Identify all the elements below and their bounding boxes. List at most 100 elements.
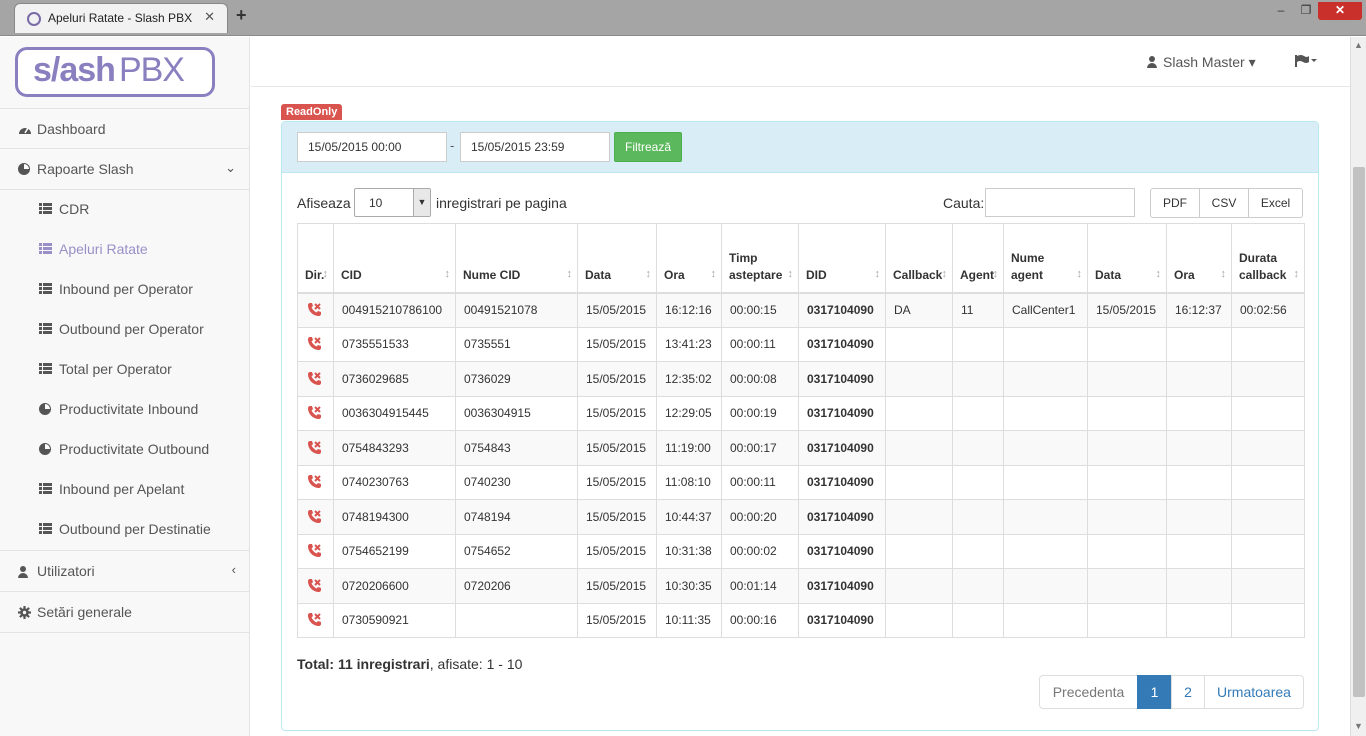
column-header[interactable]: Ora ↕ bbox=[1166, 223, 1232, 294]
total-range: , afisate: 1 - 10 bbox=[429, 656, 523, 672]
table-row[interactable]: 0735551533 0735551 15/05/2015 13:41:23 00:00… bbox=[297, 326, 1305, 362]
maximize-window-button[interactable]: ❐ bbox=[1293, 2, 1319, 20]
sidebar-item-label: Apeluri Ratate bbox=[59, 241, 148, 257]
sidebar-item-utilizatori[interactable]: Utilizatori ‹ bbox=[0, 551, 250, 592]
table-cell: 12:29:05 bbox=[656, 395, 722, 431]
table-row[interactable]: 0720206600 0720206 15/05/2015 10:30:35 00:01… bbox=[297, 568, 1305, 604]
sidebar-item-apeluri-ratate[interactable]: Apeluri Ratate bbox=[0, 230, 250, 270]
table-row[interactable]: 0740230763 0740230 15/05/2015 11:08:10 00:00… bbox=[297, 464, 1305, 500]
sidebar-item-cdr[interactable]: CDR bbox=[0, 190, 250, 230]
column-header[interactable]: Callback ↕ bbox=[885, 223, 953, 294]
table-cell bbox=[1231, 533, 1305, 569]
table-row[interactable]: 004915210786100 00491521078 15/05/2015 16:1… bbox=[297, 292, 1305, 328]
column-header[interactable]: CID ↕ bbox=[333, 223, 456, 294]
page-length-value: 10 bbox=[369, 196, 383, 210]
table-cell bbox=[1231, 464, 1305, 500]
search-input[interactable] bbox=[985, 188, 1135, 217]
table-cell: 15/05/2015 bbox=[577, 395, 657, 431]
table-cell bbox=[1003, 533, 1088, 569]
sidebar-item-outbound-per-operator[interactable]: Outbound per Operator bbox=[0, 310, 250, 350]
column-header-label: DID bbox=[806, 267, 827, 282]
sidebar-item-dashboard[interactable]: Dashboard bbox=[0, 108, 250, 149]
table-cell: 0754843 bbox=[455, 430, 578, 466]
direction-cell bbox=[297, 499, 334, 535]
table-cell: 0735551 bbox=[455, 326, 578, 362]
top-navbar: Slash Master ▾ bbox=[251, 37, 1350, 87]
new-tab-button[interactable]: + bbox=[236, 5, 247, 26]
minimize-window-button[interactable]: – bbox=[1268, 2, 1294, 20]
column-header[interactable]: Ora ↕ bbox=[656, 223, 722, 294]
table-cell: 15/05/2015 bbox=[577, 499, 657, 535]
sidebar-item-outbound-per-destinatie[interactable]: Outbound per Destinatie bbox=[0, 510, 250, 550]
readonly-badge: ReadOnly bbox=[281, 104, 343, 120]
sidebar-item-label: CDR bbox=[59, 201, 90, 217]
column-header[interactable]: Data ↕ bbox=[1087, 223, 1167, 294]
missed-call-icon bbox=[306, 371, 322, 387]
table-cell bbox=[1087, 568, 1167, 604]
sidebar-item-inbound-per-operator[interactable]: Inbound per Operator bbox=[0, 270, 250, 310]
list-icon bbox=[39, 523, 52, 535]
sort-icon: ↕ bbox=[992, 267, 999, 280]
pagination-next[interactable]: Urmatoarea bbox=[1204, 675, 1304, 709]
column-header[interactable]: Dir. ↕ bbox=[297, 223, 334, 294]
table-cell bbox=[952, 499, 1004, 535]
column-header-label: Dir. bbox=[305, 267, 325, 282]
sidebar-item-total-per-operator[interactable]: Total per Operator bbox=[0, 350, 250, 390]
table-cell bbox=[1087, 326, 1167, 362]
date-to-input[interactable] bbox=[460, 132, 610, 162]
browser-tab[interactable]: Apeluri Ratate - Slash PBX ✕ bbox=[14, 3, 228, 33]
column-header[interactable]: Timp asteptare ↕ bbox=[721, 223, 799, 294]
export-csv-button[interactable]: CSV bbox=[1199, 188, 1249, 218]
page-scrollbar[interactable]: ▲ ▼ bbox=[1350, 37, 1366, 736]
pagination-page-2[interactable]: 2 bbox=[1171, 675, 1205, 709]
per-page-label: inregistrari pe pagina bbox=[436, 195, 567, 211]
pagination-page-1[interactable]: 1 bbox=[1137, 675, 1172, 709]
table-cell: 0036304915445 bbox=[333, 395, 456, 431]
export-pdf-button[interactable]: PDF bbox=[1150, 188, 1200, 218]
table-row[interactable]: 0754652199 0754652 15/05/2015 10:31:38 00:00… bbox=[297, 533, 1305, 569]
table-row[interactable]: 0736029685 0736029 15/05/2015 12:35:02 00:00… bbox=[297, 361, 1305, 397]
pagination-previous[interactable]: Precedenta bbox=[1039, 675, 1138, 709]
table-cell bbox=[1003, 430, 1088, 466]
sidebar-item-productivitate-outbound[interactable]: Productivitate Outbound bbox=[0, 430, 250, 470]
column-header[interactable]: Nume CID ↕ bbox=[455, 223, 578, 294]
table-cell bbox=[1166, 602, 1232, 638]
table-head: Dir. ↕ CID ↕ Nume CID ↕ Data ↕ Ora ↕ Timp asteptar… bbox=[297, 223, 1305, 294]
column-header[interactable]: Data ↕ bbox=[577, 223, 657, 294]
table-cell bbox=[1166, 326, 1232, 362]
sidebar-item-label: Rapoarte Slash bbox=[37, 161, 134, 177]
sidebar-item-productivitate-inbound[interactable]: Productivitate Inbound bbox=[0, 390, 250, 430]
table-cell bbox=[1231, 568, 1305, 604]
dashboard-icon bbox=[18, 123, 31, 136]
language-menu[interactable] bbox=[1295, 55, 1317, 70]
table-row[interactable]: 0748194300 0748194 15/05/2015 10:44:37 00:00… bbox=[297, 499, 1305, 535]
sidebar-item-setari-generale[interactable]: Setări generale bbox=[0, 592, 250, 633]
table-row[interactable]: 0754843293 0754843 15/05/2015 11:19:00 00:00… bbox=[297, 430, 1305, 466]
scroll-down-icon[interactable]: ▼ bbox=[1354, 721, 1363, 731]
close-tab-icon[interactable]: ✕ bbox=[204, 9, 215, 25]
column-header[interactable]: Durata callback ↕ bbox=[1231, 223, 1305, 294]
table-row[interactable]: 0730590921 15/05/2015 10:11:35 00:00:16 0317… bbox=[297, 602, 1305, 638]
missed-call-icon bbox=[306, 543, 322, 559]
logo[interactable]: s/ash PBX bbox=[15, 47, 215, 97]
user-menu[interactable]: Slash Master ▾ bbox=[1147, 54, 1256, 71]
total-count: Total: 11 inregistrari bbox=[297, 656, 430, 672]
column-header[interactable]: Nume agent ↕ bbox=[1003, 223, 1088, 294]
column-header-label: CID bbox=[341, 267, 362, 282]
sidebar-item-rapoarte[interactable]: Rapoarte Slash ⌄ bbox=[0, 149, 250, 190]
table-cell bbox=[1166, 464, 1232, 500]
chevron-left-icon: ‹ bbox=[231, 562, 236, 577]
date-from-input[interactable] bbox=[297, 132, 447, 162]
export-excel-button[interactable]: Excel bbox=[1248, 188, 1303, 218]
sidebar-item-inbound-per-apelant[interactable]: Inbound per Apelant bbox=[0, 470, 250, 510]
scroll-up-icon[interactable]: ▲ bbox=[1354, 40, 1363, 50]
column-header-label: Nume CID bbox=[463, 267, 521, 282]
page-length-select[interactable]: 10 ▼ bbox=[354, 188, 431, 217]
table-row[interactable]: 0036304915445 0036304915 15/05/2015 12:29:0… bbox=[297, 395, 1305, 431]
column-header[interactable]: DID ↕ bbox=[798, 223, 886, 294]
scroll-thumb[interactable] bbox=[1353, 167, 1365, 697]
user-icon bbox=[18, 565, 31, 578]
filter-button[interactable]: Filtrează bbox=[614, 132, 682, 162]
column-header[interactable]: Agent ↕ bbox=[952, 223, 1004, 294]
close-window-button[interactable]: ✕ bbox=[1318, 2, 1362, 20]
